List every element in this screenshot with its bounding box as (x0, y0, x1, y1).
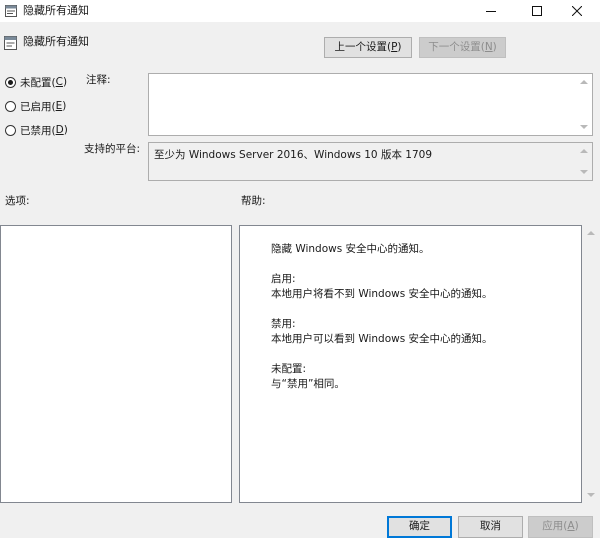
minimize-button[interactable] (468, 0, 514, 22)
radio-label: 已禁用( (20, 124, 56, 137)
help-panel: 隐藏 Windows 安全中心的通知。 启用: 本地用户将看不到 Windows … (239, 225, 582, 503)
radio-not-configured[interactable]: 未配置(C) (5, 74, 67, 90)
radio-hotkey: C (55, 76, 63, 88)
supported-platform-value: 至少为 Windows Server 2016、Windows 10 版本 17… (154, 149, 433, 161)
radio-enabled[interactable]: 已启用(E) (5, 98, 66, 114)
comment-scrollbar[interactable] (576, 74, 592, 135)
policy-icon (5, 5, 17, 17)
radio-hotkey: D (55, 124, 64, 136)
minimize-icon (486, 11, 496, 12)
scroll-up-icon[interactable] (587, 231, 595, 235)
scroll-down-icon[interactable] (580, 125, 588, 129)
radio-button[interactable] (5, 100, 16, 112)
radio-button-checked[interactable] (5, 76, 16, 88)
apply-button[interactable]: 应用(A) (528, 516, 593, 538)
comment-textarea[interactable] (148, 73, 593, 136)
scroll-up-icon[interactable] (580, 149, 588, 153)
help-paragraph: 隐藏 Windows 安全中心的通知。 (271, 243, 430, 255)
supported-platform-field: 至少为 Windows Server 2016、Windows 10 版本 17… (148, 142, 593, 181)
radio-label-suffix: ) (63, 124, 68, 136)
radio-label: 未配置( (20, 76, 56, 89)
comment-label: 注释: (86, 74, 111, 86)
scroll-down-icon[interactable] (580, 170, 588, 174)
next-setting-button[interactable]: 下一个设置(N) (419, 37, 506, 58)
help-label: 帮助: (241, 195, 266, 207)
radio-button[interactable] (5, 124, 16, 136)
radio-label-suffix: ) (62, 100, 67, 112)
help-paragraph: 禁用: 本地用户可以看到 Windows 安全中心的通知。 (271, 318, 493, 345)
options-panel (0, 225, 232, 503)
help-scrollbar[interactable] (583, 225, 600, 503)
help-paragraph: 启用: 本地用户将看不到 Windows 安全中心的通知。 (271, 273, 493, 300)
previous-setting-button[interactable]: 上一个设置(P) (324, 37, 412, 58)
close-button[interactable] (554, 0, 600, 22)
radio-hotkey: E (55, 100, 63, 112)
help-text: 隐藏 Windows 安全中心的通知。 启用: 本地用户将看不到 Windows … (271, 242, 493, 407)
options-label: 选项: (5, 195, 30, 207)
scroll-up-icon[interactable] (580, 80, 588, 84)
platform-scrollbar[interactable] (576, 143, 592, 180)
help-paragraph: 未配置: 与“禁用”相同。 (271, 363, 345, 390)
radio-disabled[interactable]: 已禁用(D) (5, 122, 68, 138)
supported-platform-label: 支持的平台: (84, 143, 141, 155)
setting-title: 隐藏所有通知 (23, 35, 89, 48)
close-icon (572, 6, 582, 16)
maximize-icon (532, 6, 542, 16)
ok-button[interactable]: 确定 (387, 516, 452, 538)
scroll-down-icon[interactable] (587, 493, 595, 497)
policy-icon (4, 36, 17, 50)
window-title: 隐藏所有通知 (23, 4, 89, 17)
cancel-button[interactable]: 取消 (458, 516, 523, 538)
radio-label: 已启用( (20, 100, 56, 113)
radio-label-suffix: ) (62, 76, 68, 88)
